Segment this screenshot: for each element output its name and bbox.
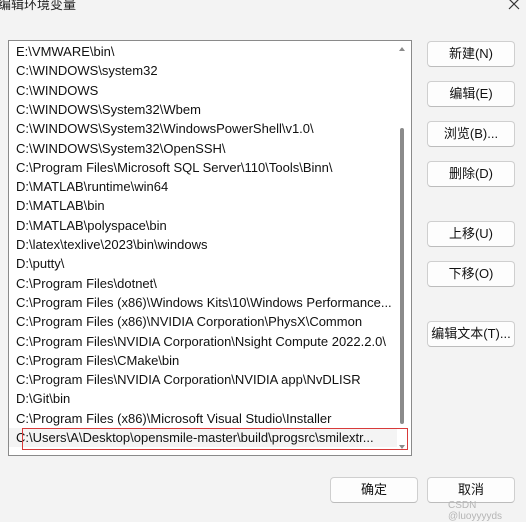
path-row[interactable]: C:\Program Files\Microsoft SQL Server\11…	[9, 158, 397, 177]
path-row[interactable]: C:\Program Files\NVIDIA Corporation\Nsig…	[9, 332, 397, 351]
path-row[interactable]: E:\VMWARE\bin\	[9, 42, 397, 61]
path-row[interactable]: C:\WINDOWS\system32	[9, 61, 397, 80]
window-title: 编辑环境变量	[0, 0, 77, 12]
path-row[interactable]: D:\MATLAB\polyspace\bin	[9, 216, 397, 235]
path-row[interactable]: D:\MATLAB\runtime\win64	[9, 177, 397, 196]
watermark: CSDN @luoyyyyds	[448, 500, 503, 522]
path-list[interactable]: E:\VMWARE\bin\ C:\WINDOWS\system32 C:\WIND…	[8, 40, 412, 456]
path-row[interactable]: C:\Program Files\dotnet\	[9, 274, 397, 293]
path-row[interactable]: D:\MATLAB\bin	[9, 196, 397, 215]
delete-button[interactable]: 删除(D)	[427, 161, 515, 187]
selection-highlight-box	[22, 428, 408, 450]
path-row[interactable]: D:\Git\bin	[9, 389, 397, 408]
path-row[interactable]: C:\Program Files (x86)\Microsoft Visual …	[9, 409, 397, 428]
scroll-thumb[interactable]	[400, 128, 404, 424]
path-row[interactable]: C:\Program Files (x86)\Windows Kits\10\W…	[9, 293, 397, 312]
path-row[interactable]: C:\WINDOWS\System32\OpenSSH\	[9, 139, 397, 158]
edit-button[interactable]: 编辑(E)	[427, 81, 515, 107]
close-icon[interactable]	[506, 0, 522, 12]
path-row[interactable]: C:\WINDOWS	[9, 81, 397, 100]
move-up-button[interactable]: 上移(U)	[427, 221, 515, 247]
move-down-button[interactable]: 下移(O)	[427, 261, 515, 287]
edit-text-button[interactable]: 编辑文本(T)...	[427, 321, 515, 347]
browse-button[interactable]: 浏览(B)...	[427, 121, 515, 147]
new-button[interactable]: 新建(N)	[427, 41, 515, 67]
path-row[interactable]: D:\latex\texlive\2023\bin\windows	[9, 235, 397, 254]
ok-button[interactable]: 确定	[330, 477, 418, 503]
path-row[interactable]: C:\WINDOWS\System32\WindowsPowerShell\v1…	[9, 119, 397, 138]
path-row[interactable]: C:\Program Files\CMake\bin	[9, 351, 397, 370]
path-row[interactable]: D:\putty\	[9, 254, 397, 273]
path-row[interactable]: C:\Program Files (x86)\NVIDIA Corporatio…	[9, 312, 397, 331]
path-row[interactable]: C:\WINDOWS\System32\Wbem	[9, 100, 397, 119]
path-row[interactable]: C:\Program Files\NVIDIA Corporation\NVID…	[9, 370, 397, 389]
